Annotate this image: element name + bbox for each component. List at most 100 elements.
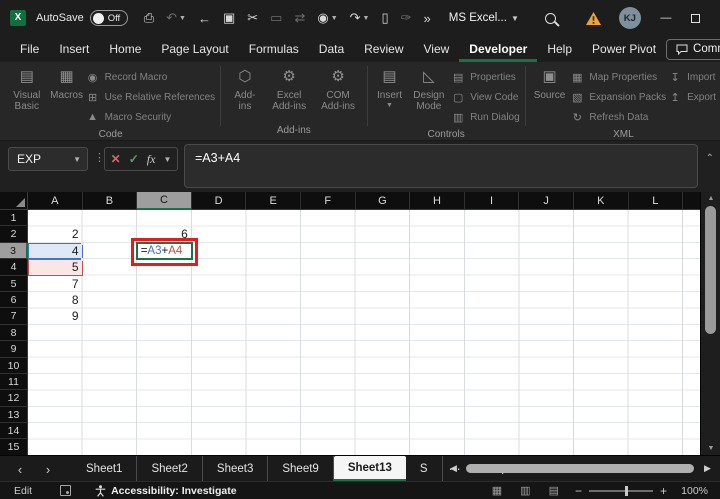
- macro-record-icon[interactable]: [60, 485, 72, 496]
- hscroll-right-icon[interactable]: ▶: [704, 463, 711, 474]
- column-header-d[interactable]: D: [191, 192, 247, 210]
- save-icon[interactable]: ⎙: [144, 10, 154, 26]
- sheet-tab-sheet1[interactable]: Sheet1: [72, 456, 138, 482]
- next-sheet-icon[interactable]: ›: [36, 456, 60, 482]
- menu-file[interactable]: File: [10, 36, 49, 62]
- column-header-j[interactable]: J: [519, 192, 574, 210]
- column-header-a[interactable]: A: [28, 192, 83, 210]
- column-header-h[interactable]: H: [410, 192, 465, 210]
- row-header-1[interactable]: 1: [0, 210, 28, 227]
- cell-a7[interactable]: 9: [28, 308, 83, 324]
- sheet-tab-sheet13[interactable]: Sheet13: [333, 456, 406, 482]
- column-header-b[interactable]: B: [82, 192, 138, 210]
- cell-a3[interactable]: 4: [28, 243, 83, 259]
- paste-icon[interactable]: ▭: [270, 10, 282, 26]
- ribbon-run-dialog-button[interactable]: ▥ Run Dialog: [451, 107, 520, 127]
- cell-a5[interactable]: 7: [28, 276, 83, 292]
- horizontal-scrollbar[interactable]: [464, 464, 698, 474]
- cell-a4[interactable]: 5: [28, 259, 83, 275]
- warning-icon[interactable]: [585, 11, 601, 25]
- undo-icon[interactable]: ↶ ▼: [166, 10, 186, 26]
- column-header-l[interactable]: L: [628, 192, 684, 210]
- cells-area[interactable]: 2 4 5 7 8 9 6 = A3 + A4: [28, 210, 700, 455]
- overflow-icon[interactable]: »: [424, 11, 431, 26]
- ribbon-import-button[interactable]: ↧ Import: [668, 67, 716, 87]
- column-header-partial[interactable]: [683, 192, 701, 210]
- close-button[interactable]: ✕: [711, 0, 720, 36]
- hscroll-left-icon[interactable]: ◀: [450, 463, 457, 474]
- row-header-13[interactable]: 13: [0, 406, 28, 424]
- copy-icon[interactable]: ▣: [223, 10, 235, 26]
- ribbon-macros-button[interactable]: ▦ Macros: [50, 65, 84, 127]
- sheet-tab-sheet2[interactable]: Sheet2: [137, 456, 203, 482]
- menu-help[interactable]: Help: [537, 36, 582, 62]
- ribbon-record-macro-button[interactable]: ◉ Record Macro: [86, 67, 216, 87]
- ribbon-macro-security-button[interactable]: ▲ Macro Security: [86, 107, 216, 127]
- column-header-f[interactable]: F: [300, 192, 356, 210]
- sheet-tab-s[interactable]: S: [406, 456, 443, 482]
- row-header-10[interactable]: 10: [0, 357, 28, 374]
- name-box[interactable]: EXP ▼: [8, 147, 88, 171]
- insert-function-icon[interactable]: fx: [147, 152, 156, 167]
- row-header-9[interactable]: 9: [0, 341, 28, 358]
- ribbon-refresh-data-button[interactable]: ↻ Refresh Data: [570, 107, 666, 127]
- menu-review[interactable]: Review: [354, 36, 413, 62]
- menu-power-pivot[interactable]: Power Pivot: [582, 36, 666, 62]
- scroll-up-icon[interactable]: ▲: [701, 195, 720, 202]
- menu-data[interactable]: Data: [309, 36, 354, 62]
- row-header-3[interactable]: 3: [0, 242, 28, 260]
- menu-developer[interactable]: Developer: [459, 36, 537, 62]
- touch-mode-icon[interactable]: ◉ ▼: [317, 10, 337, 26]
- accessibility-status[interactable]: Accessibility: Investigate: [95, 485, 237, 497]
- row-header-5[interactable]: 5: [0, 275, 28, 292]
- ribbon-excel-add-ins-button[interactable]: ⚙ Excel Add-ins: [266, 65, 313, 123]
- page-break-preview-icon[interactable]: ▤: [549, 484, 559, 497]
- select-all-corner[interactable]: [0, 192, 28, 210]
- minimize-button[interactable]: —: [651, 0, 681, 36]
- back-icon[interactable]: ←: [198, 11, 211, 26]
- row-header-12[interactable]: 12: [0, 390, 28, 407]
- formula-input[interactable]: =A3+A4: [184, 144, 698, 188]
- zoom-level[interactable]: 100%: [678, 485, 708, 497]
- row-header-15[interactable]: 15: [0, 439, 28, 456]
- ribbon-expansion-packs-button[interactable]: ▧ Expansion Packs: [570, 87, 666, 107]
- new-file-icon[interactable]: ▯: [381, 10, 388, 26]
- column-header-e[interactable]: E: [246, 192, 301, 210]
- cell-a6[interactable]: 8: [28, 292, 83, 308]
- user-avatar[interactable]: KJ: [618, 7, 641, 29]
- ribbon-source-button[interactable]: ▣ Source: [531, 65, 569, 127]
- ribbon-export-button[interactable]: ↥ Export: [668, 87, 716, 107]
- find-replace-icon[interactable]: ⇄: [294, 10, 305, 26]
- zoom-slider[interactable]: [588, 485, 653, 496]
- scroll-down-icon[interactable]: ▼: [701, 445, 720, 452]
- horizontal-scrollbar-thumb[interactable]: [466, 464, 694, 473]
- ribbon-properties-button[interactable]: ▤ Properties: [451, 67, 519, 87]
- ribbon-visual-basic-button[interactable]: ▤ Visual Basic: [6, 65, 48, 127]
- row-header-6[interactable]: 6: [0, 291, 28, 309]
- comments-button[interactable]: Comments: [666, 38, 720, 60]
- vertical-scrollbar-thumb[interactable]: [705, 206, 716, 334]
- sheet-tab-sheet9[interactable]: Sheet9: [268, 456, 334, 482]
- sheet-tab-sheet3[interactable]: Sheet3: [203, 456, 269, 482]
- row-header-14[interactable]: 14: [0, 423, 28, 440]
- search-icon[interactable]: [544, 12, 556, 24]
- ribbon-design-mode-button[interactable]: ◺ Design Mode: [409, 65, 450, 127]
- ribbon-map-properties-button[interactable]: ▦ Map Properties: [570, 67, 666, 87]
- column-header-k[interactable]: K: [573, 192, 629, 210]
- cut-icon[interactable]: ✂: [247, 10, 258, 26]
- ribbon-view-code-button[interactable]: ▢ View Code: [451, 87, 519, 107]
- row-header-11[interactable]: 11: [0, 373, 28, 391]
- ribbon-use-relative-references-button[interactable]: ⊞ Use Relative References: [86, 87, 215, 107]
- ink-icon[interactable]: ✑: [401, 10, 412, 26]
- menu-insert[interactable]: Insert: [49, 36, 99, 62]
- autosave-toggle[interactable]: Off: [89, 10, 128, 26]
- zoom-out-button[interactable]: −: [575, 484, 582, 498]
- normal-view-icon[interactable]: ▦: [492, 484, 502, 497]
- row-header-2[interactable]: 2: [0, 226, 28, 243]
- cancel-icon[interactable]: ✕: [111, 152, 121, 166]
- maximize-button[interactable]: [681, 0, 711, 36]
- redo-icon[interactable]: ↷ ▼: [350, 10, 370, 26]
- column-header-i[interactable]: I: [464, 192, 520, 210]
- column-header-c[interactable]: C: [137, 192, 192, 210]
- title-chevron-down-icon[interactable]: ▼: [511, 14, 519, 23]
